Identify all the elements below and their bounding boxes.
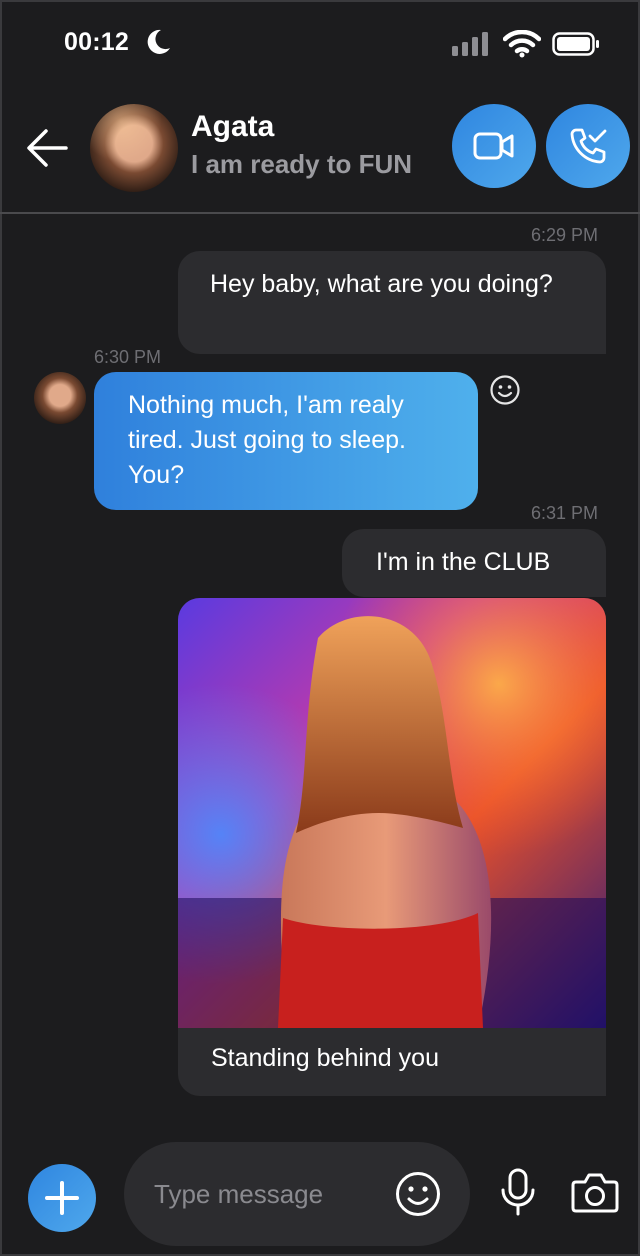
voice-call-button[interactable] — [546, 104, 630, 188]
photo-caption: Standing behind you — [211, 1044, 439, 1072]
club-photo[interactable] — [178, 598, 606, 1028]
add-attachment-button[interactable] — [28, 1164, 96, 1232]
contact-avatar[interactable] — [90, 104, 178, 192]
microphone-icon[interactable] — [498, 1168, 538, 1216]
status-time: 00:12 — [64, 28, 129, 56]
sender-avatar[interactable] — [34, 372, 86, 424]
do-not-disturb-moon-icon — [147, 29, 170, 54]
emoji-icon[interactable] — [394, 1170, 442, 1218]
contact-status: I am ready to FUN — [191, 149, 413, 179]
message-timestamp: 6:29 PM — [531, 225, 599, 245]
camera-icon[interactable] — [571, 1170, 619, 1214]
video-camera-icon — [473, 132, 514, 160]
plus-icon — [45, 1181, 79, 1215]
message-timestamp: 6:30 PM — [94, 347, 162, 367]
cellular-signal-icon — [452, 32, 488, 56]
message-input[interactable] — [154, 1176, 384, 1212]
add-reaction-smiley-icon[interactable] — [489, 374, 521, 406]
contact-name[interactable]: Agata — [191, 110, 274, 144]
header-divider — [0, 212, 640, 214]
message-bubble-outgoing[interactable]: Hey baby, what are you doing? — [178, 251, 606, 354]
back-arrow-icon[interactable] — [24, 125, 70, 171]
phone-call-icon — [570, 128, 607, 164]
message-composer — [124, 1142, 470, 1246]
wifi-icon — [503, 30, 541, 58]
message-bubble-outgoing[interactable]: I'm in the CLUB — [342, 529, 606, 597]
battery-icon — [552, 32, 599, 56]
message-timestamp: 6:31 PM — [531, 503, 599, 523]
message-bubble-incoming[interactable]: Nothing much, I'am realy tired. Just goi… — [94, 372, 478, 510]
photo-message[interactable]: Standing behind you — [178, 598, 606, 1096]
video-call-button[interactable] — [452, 104, 536, 188]
